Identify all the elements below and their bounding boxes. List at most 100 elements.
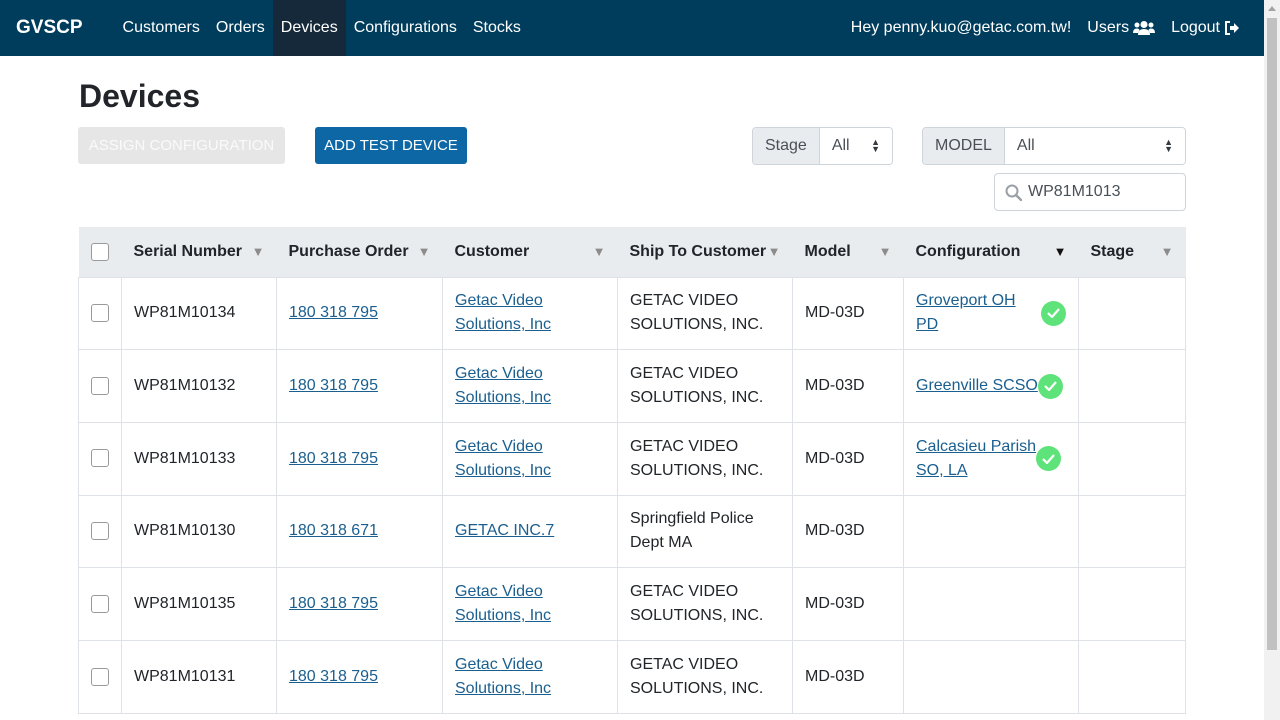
- ship-to-text-line2: SOLUTIONS, INC.: [630, 316, 764, 334]
- customer-link-line2[interactable]: Solutions, Inc: [455, 462, 551, 479]
- ship-to-text-line1: GETAC VIDEO: [630, 292, 739, 310]
- brand-logo[interactable]: GVSCP: [16, 17, 83, 39]
- sort-icon[interactable]: ▼: [768, 244, 781, 259]
- configuration-cell: Calcasieu Parish SO, LA: [903, 421, 1079, 496]
- customer-link-line1[interactable]: GETAC INC.7: [455, 522, 554, 539]
- header-serial-number[interactable]: Serial Number ▼: [121, 227, 277, 278]
- table-row[interactable]: WP81M10132 180 318 795 Getac Video Solution…: [78, 349, 1186, 423]
- serial-number-cell: WP81M10134: [121, 276, 277, 351]
- configuration-cell-content: Calcasieu Parish SO, LA: [916, 435, 1066, 483]
- stage-filter: Stage All ▲ ▼: [752, 127, 893, 165]
- customer-link-line2[interactable]: Solutions, Inc: [455, 316, 551, 333]
- purchase-order-link[interactable]: 180 318 795: [289, 377, 378, 394]
- row-checkbox[interactable]: [91, 522, 109, 541]
- sort-icon[interactable]: ▼: [593, 244, 606, 259]
- customer-link-line1[interactable]: Getac Video: [455, 438, 543, 455]
- model-select[interactable]: All ▲ ▼: [1004, 128, 1185, 164]
- model-cell: MD-03D: [792, 494, 904, 569]
- search-input[interactable]: [1028, 183, 1178, 201]
- users-link[interactable]: Users: [1079, 0, 1163, 56]
- table-body: WP81M10134 180 318 795 Getac Video Solution…: [78, 276, 1186, 714]
- purchase-order-cell: 180 318 795: [276, 421, 443, 496]
- nav-customers[interactable]: Customers: [115, 0, 208, 56]
- logout-link[interactable]: Logout: [1163, 0, 1248, 56]
- select-cell: [78, 639, 122, 714]
- select-cell: [78, 276, 122, 351]
- stage-cell: [1078, 567, 1186, 641]
- stage-select[interactable]: All ▲ ▼: [819, 128, 892, 164]
- table-row[interactable]: WP81M10133 180 318 795 Getac Video Solution…: [78, 421, 1186, 496]
- logout-label: Logout: [1171, 19, 1220, 36]
- model-select-value: All: [1016, 137, 1035, 154]
- row-checkbox[interactable]: [91, 304, 109, 323]
- table-row[interactable]: WP81M10135 180 318 795 Getac Video Solution…: [78, 567, 1186, 641]
- table-row[interactable]: WP81M10130 180 318 671 GETAC INC.7 Springfi…: [78, 494, 1186, 569]
- header-stage[interactable]: Stage ▼: [1078, 227, 1186, 278]
- scroll-up-icon[interactable]: [1264, 0, 1280, 16]
- sort-icon[interactable]: ▼: [252, 244, 265, 259]
- add-test-device-button[interactable]: ADD TEST DEVICE: [315, 127, 467, 164]
- scrollbar-thumb[interactable]: [1267, 18, 1277, 650]
- users-icon: [1133, 21, 1156, 35]
- sort-icon[interactable]: ▼: [1161, 244, 1174, 259]
- users-label: Users: [1087, 19, 1130, 36]
- customer-cell: Getac Video Solutions, Inc: [442, 567, 618, 641]
- ship-to-text-line2: SOLUTIONS, INC.: [630, 461, 764, 479]
- check-circle-icon: [1037, 373, 1063, 399]
- ship-to-text-line2: SOLUTIONS, INC.: [630, 679, 764, 697]
- assign-configuration-button[interactable]: ASSIGN CONFIGURATION: [78, 127, 285, 164]
- model-cell: MD-03D: [792, 567, 904, 641]
- table-row[interactable]: WP81M10131 180 318 795 Getac Video Solution…: [78, 639, 1186, 714]
- header-model[interactable]: Model ▼: [792, 227, 904, 278]
- nav-orders[interactable]: Orders: [208, 0, 273, 56]
- ship-to-customer-cell: GETAC VIDEO SOLUTIONS, INC.: [617, 276, 793, 351]
- configuration-link-line2[interactable]: SO, LA: [916, 462, 968, 479]
- row-checkbox[interactable]: [91, 594, 109, 613]
- select-all-checkbox[interactable]: [90, 242, 109, 261]
- stage-cell: [1078, 494, 1186, 569]
- header-select-all: [78, 227, 122, 278]
- customer-cell: GETAC INC.7: [442, 494, 618, 569]
- purchase-order-link[interactable]: 180 318 795: [289, 595, 378, 612]
- nav-devices[interactable]: Devices: [272, 0, 346, 56]
- customer-link-line1[interactable]: Getac Video: [455, 365, 543, 382]
- purchase-order-link[interactable]: 180 318 795: [289, 668, 378, 685]
- configuration-link-line1[interactable]: Greenville SCSO: [916, 377, 1038, 394]
- header-label: Serial Number: [133, 242, 242, 260]
- purchase-order-cell: 180 318 795: [276, 567, 443, 641]
- model-cell: MD-03D: [792, 421, 904, 496]
- sort-icon[interactable]: ▼: [879, 244, 892, 259]
- header-ship-to-customer[interactable]: Ship To Customer ▼: [617, 227, 793, 278]
- customer-link-line1[interactable]: Getac Video: [455, 583, 543, 600]
- sort-active-icon[interactable]: ▼: [1054, 244, 1067, 259]
- ship-to-text-line2: Dept MA: [630, 534, 693, 552]
- header-configuration[interactable]: Configuration ▼: [903, 227, 1079, 278]
- select-cell: [78, 421, 122, 496]
- purchase-order-cell: 180 318 795: [276, 639, 443, 714]
- configuration-link-line1[interactable]: Groveport OH PD: [916, 292, 1016, 333]
- customer-link-line1[interactable]: Getac Video: [455, 292, 543, 309]
- purchase-order-link[interactable]: 180 318 795: [289, 450, 378, 467]
- check-circle-icon: [1036, 446, 1062, 472]
- nav-configurations[interactable]: Configurations: [346, 0, 465, 56]
- table-row[interactable]: WP81M10134 180 318 795 Getac Video Solution…: [78, 276, 1186, 351]
- customer-link-line2[interactable]: Solutions, Inc: [455, 607, 551, 624]
- row-checkbox[interactable]: [91, 449, 109, 468]
- customer-link-line2[interactable]: Solutions, Inc: [455, 389, 551, 406]
- header-customer[interactable]: Customer ▼: [442, 227, 618, 278]
- row-checkbox[interactable]: [91, 667, 109, 686]
- ship-to-text-line1: GETAC VIDEO: [630, 365, 739, 383]
- select-arrows-icon: ▲ ▼: [1164, 137, 1173, 154]
- purchase-order-link[interactable]: 180 318 795: [289, 304, 378, 321]
- configuration-link-line1[interactable]: Calcasieu Parish: [916, 438, 1036, 455]
- purchase-order-cell: 180 318 795: [276, 276, 443, 351]
- customer-link-line2[interactable]: Solutions, Inc: [455, 680, 551, 697]
- header-label: Purchase Order: [288, 242, 409, 260]
- row-checkbox[interactable]: [91, 376, 109, 395]
- purchase-order-link[interactable]: 180 318 671: [289, 522, 378, 539]
- customer-link-line1[interactable]: Getac Video: [455, 656, 543, 673]
- sort-icon[interactable]: ▼: [418, 244, 431, 259]
- nav-stocks[interactable]: Stocks: [465, 0, 529, 56]
- vertical-scrollbar[interactable]: [1264, 0, 1280, 720]
- header-purchase-order[interactable]: Purchase Order ▼: [276, 227, 443, 278]
